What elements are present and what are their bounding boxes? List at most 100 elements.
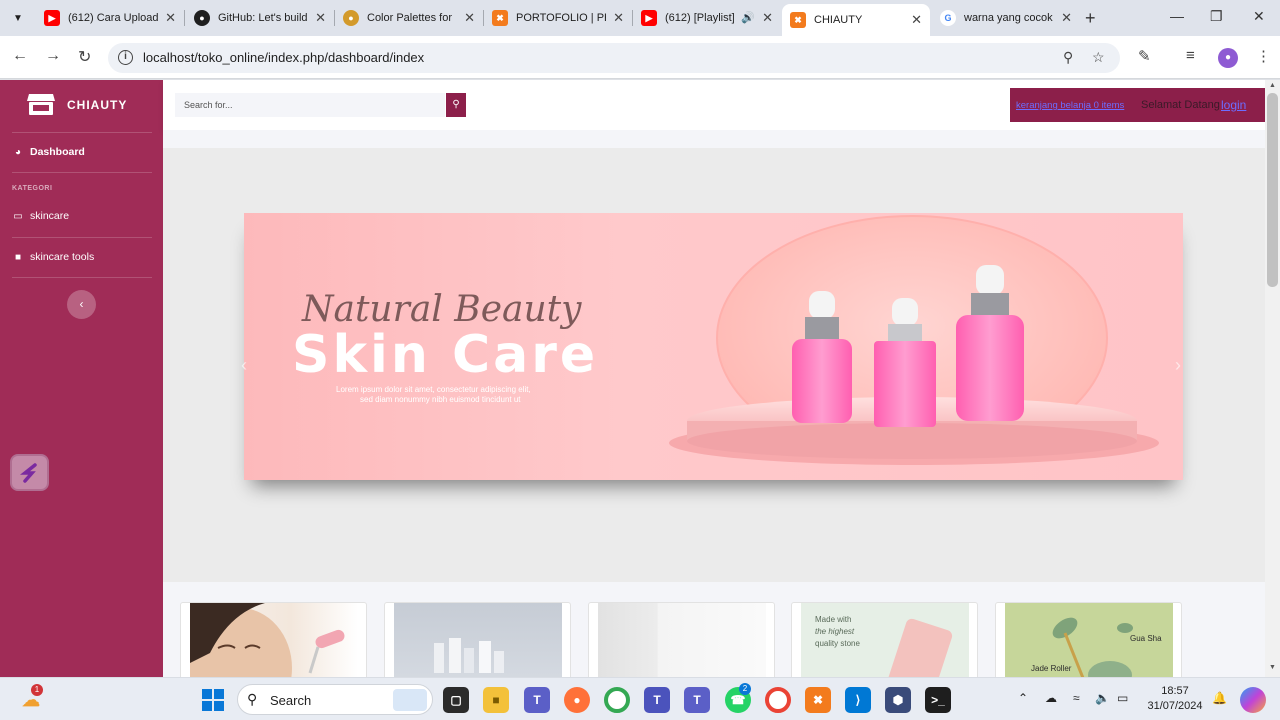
close-icon[interactable]: ✕ — [165, 10, 176, 26]
browser-tab[interactable]: G warna yang cocok ✕ — [932, 4, 1080, 32]
url-text[interactable]: localhost/toko_online/index.php/dashboar… — [143, 50, 424, 65]
welcome-text: Selamat Datang — [1141, 99, 1220, 111]
reload-icon[interactable]: ↻ — [78, 47, 91, 67]
menu-dots-icon[interactable]: ⋮ — [1256, 47, 1271, 65]
card-caption: the highest — [815, 627, 855, 636]
palette-icon: ● — [343, 10, 359, 26]
teams-chat-icon[interactable]: T — [684, 687, 710, 713]
divider — [12, 277, 152, 278]
tab-title: GitHub: Let's build — [218, 12, 308, 24]
teams-work-icon[interactable]: T — [644, 687, 670, 713]
face-roller-image — [188, 603, 358, 677]
sidebar-item-skincare-tools[interactable]: ■ skincare tools — [0, 239, 163, 275]
user-panel: keranjang belanja 0 items Selamat Datang… — [1010, 88, 1265, 122]
close-icon[interactable]: ✕ — [315, 10, 326, 26]
youtube-icon: ▶ — [44, 10, 60, 26]
site-info-icon[interactable]: i — [118, 50, 133, 65]
forward-arrow-icon[interactable]: → — [45, 47, 61, 65]
restore-icon[interactable]: ❐ — [1210, 8, 1223, 25]
address-bar[interactable]: i localhost/toko_online/index.php/dashbo… — [108, 43, 1120, 73]
copilot-icon[interactable] — [1240, 687, 1266, 713]
vscode-icon[interactable]: ⟩ — [845, 687, 871, 713]
browser-tab[interactable]: ▶ (612) Cara Upload ✕ — [36, 4, 185, 32]
task-view-icon[interactable]: ▢ — [443, 687, 469, 713]
tab-search-chevron-icon[interactable]: ▼ — [6, 6, 30, 30]
scroll-up-icon[interactable]: ▲ — [1269, 82, 1276, 89]
new-tab-plus-icon[interactable]: + — [1085, 8, 1096, 29]
sidebar: CHIAUTY ◕ Dashboard KATEGORI ▭ skincare … — [0, 80, 163, 677]
taskbar-search[interactable]: ⚲ Search — [237, 684, 433, 715]
scroll-down-icon[interactable]: ▼ — [1269, 664, 1276, 671]
notification-bell-icon[interactable]: 🔔 — [1212, 691, 1227, 705]
browser-tab[interactable]: ● Color Palettes for ✕ — [335, 4, 484, 32]
banner-script-text: Natural Beauty — [302, 289, 582, 330]
speaker-icon[interactable]: 🔊 — [741, 11, 755, 24]
taskbar-search-label: Search — [270, 693, 312, 708]
login-link[interactable]: login — [1221, 98, 1246, 112]
chrome-icon[interactable] — [604, 687, 630, 713]
product-card[interactable] — [588, 602, 775, 677]
product-card[interactable] — [384, 602, 571, 677]
minimize-icon[interactable]: — — [1170, 8, 1184, 24]
monitor-icon: ▭ — [13, 210, 23, 222]
browser-tab-active[interactable]: ✖ CHIAUTY ✕ — [782, 4, 930, 36]
zoom-icon[interactable]: ⚲ — [1063, 49, 1073, 66]
carousel-prev-icon[interactable]: ‹ — [241, 355, 247, 376]
carousel-next-icon[interactable]: › — [1175, 355, 1181, 376]
search-input[interactable] — [175, 93, 445, 117]
banner-headline: Skin Care — [292, 325, 599, 385]
scroll-thumb[interactable] — [1267, 93, 1278, 287]
page-scrollbar[interactable]: ▲ ▼ — [1265, 80, 1280, 677]
close-icon[interactable]: ✕ — [1061, 10, 1072, 26]
close-icon[interactable]: ✕ — [911, 12, 922, 28]
banner-body-text: Lorem ipsum dolor sit amet, consectetur … — [336, 385, 531, 394]
tab-title: (612) [Playlist] — [665, 12, 735, 24]
firefox-icon[interactable]: ● — [564, 687, 590, 713]
close-icon[interactable]: ✕ — [613, 10, 624, 26]
product-card[interactable] — [180, 602, 367, 677]
window-close-icon[interactable]: ✕ — [1253, 8, 1265, 25]
terminal-icon[interactable]: >_ — [925, 687, 951, 713]
gua-sha-box — [886, 617, 954, 677]
chrome-profile-icon[interactable] — [765, 687, 791, 713]
close-icon[interactable]: ✕ — [762, 10, 773, 26]
search-button[interactable]: ⚲ — [446, 93, 466, 117]
xampp-icon[interactable]: ✖ — [805, 687, 831, 713]
xampp-icon: ✖ — [790, 12, 806, 28]
nav-dashboard[interactable]: ◕ Dashboard — [0, 134, 163, 170]
back-arrow-icon[interactable]: ← — [12, 47, 28, 65]
media-control-icon[interactable]: ≡ — [1186, 47, 1195, 64]
browser-tab[interactable]: ● GitHub: Let's build ✕ — [186, 4, 335, 32]
sidebar-toggle-button[interactable]: ‹ — [67, 290, 96, 319]
file-explorer-icon[interactable]: ■ — [483, 687, 509, 713]
bookmark-star-icon[interactable]: ☆ — [1092, 49, 1105, 66]
store-icon — [27, 94, 55, 115]
wifi-icon[interactable]: ≈ — [1073, 691, 1080, 705]
github-icon: ● — [194, 10, 210, 26]
divider — [12, 172, 152, 173]
battery-icon[interactable]: ▭ — [1117, 691, 1128, 705]
browser-tab[interactable]: ▶ (612) [Playlist] 🔊 ✕ — [633, 4, 781, 32]
browser-tab-strip: ▼ ▶ (612) Cara Upload ✕ ● GitHub: Let's … — [0, 0, 1280, 36]
virtualbox-icon[interactable]: ⬢ — [885, 687, 911, 713]
browser-tab[interactable]: ✖ PORTOFOLIO | PH ✕ — [484, 4, 633, 32]
tab-title: PORTOFOLIO | PH — [516, 12, 606, 24]
onedrive-icon[interactable]: ☁ — [1045, 691, 1057, 705]
cart-link[interactable]: keranjang belanja 0 items — [1016, 100, 1124, 111]
tab-title: (612) Cara Upload — [68, 12, 158, 24]
product-card[interactable]: Gua Sha Jade Roller — [995, 602, 1182, 677]
tray-chevron-icon[interactable]: ⌃ — [1018, 691, 1028, 705]
volume-icon[interactable]: 🔈 — [1095, 691, 1110, 705]
extensions-icon[interactable]: ✎ — [1138, 47, 1151, 65]
browser-toolbar: ← → ↻ i localhost/toko_online/index.php/… — [0, 36, 1280, 79]
profile-avatar-icon[interactable]: ● — [1218, 48, 1238, 68]
windows-start-icon[interactable] — [200, 687, 226, 713]
teams-icon[interactable]: T — [524, 687, 550, 713]
system-clock[interactable]: 18:57 31/07/2024 — [1145, 684, 1205, 714]
product-card[interactable]: Made with the highest quality stone — [791, 602, 978, 677]
close-icon[interactable]: ✕ — [464, 10, 475, 26]
floating-app-icon[interactable] — [10, 454, 49, 491]
brand-link[interactable]: CHIAUTY — [0, 80, 163, 130]
sidebar-item-skincare[interactable]: ▭ skincare — [0, 198, 163, 234]
search-highlight-icon — [393, 689, 427, 711]
